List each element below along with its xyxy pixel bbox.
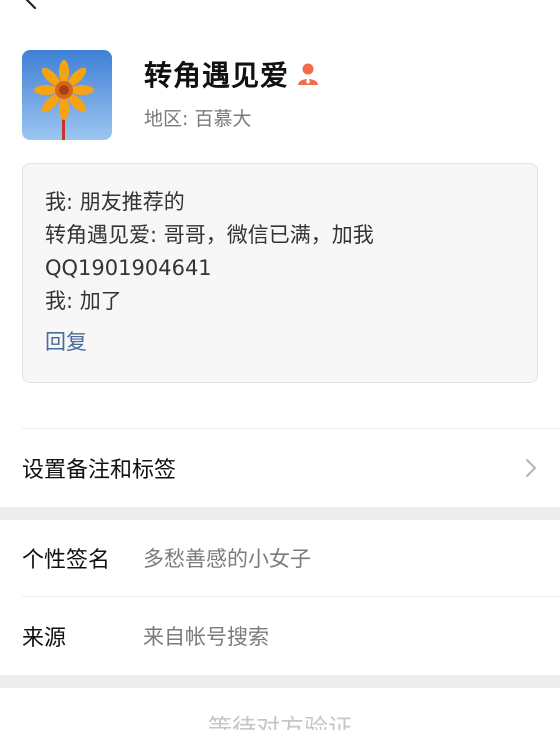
set-remark-row[interactable]: 设置备注和标签 xyxy=(0,429,560,507)
profile-header: 转角遇见爱 地区: 百慕大 xyxy=(22,50,319,140)
message-line: QQ1901904641 xyxy=(45,256,212,280)
section-separator xyxy=(0,507,560,520)
region-text: 地区: 百慕大 xyxy=(144,108,252,130)
message-line: 转角遇见爱: 哥哥，微信已满，加我 xyxy=(45,223,374,247)
pending-verification-button: 等待对方验证 xyxy=(208,714,352,730)
message-line: 我: 朋友推荐的 xyxy=(45,190,185,214)
set-remark-label: 设置备注和标签 xyxy=(22,458,177,483)
chevron-right-icon xyxy=(524,457,538,479)
back-icon[interactable] xyxy=(22,0,42,10)
signature-value: 多愁善感的小女子 xyxy=(143,547,311,571)
message-line: 我: 加了 xyxy=(45,289,122,313)
signature-row: 个性签名 多愁善感的小女子 xyxy=(0,520,560,596)
nickname: 转角遇见爱 xyxy=(144,59,290,92)
female-user-icon xyxy=(297,62,319,86)
reply-link[interactable]: 回复 xyxy=(45,326,87,356)
source-label: 来源 xyxy=(22,626,67,651)
source-row: 来源 来自帐号搜索 xyxy=(0,597,560,675)
source-value: 来自帐号搜索 xyxy=(143,625,269,649)
section-separator xyxy=(0,675,560,688)
signature-label: 个性签名 xyxy=(22,548,111,573)
avatar[interactable] xyxy=(22,50,112,140)
verification-message-box: 我: 朋友推荐的 转角遇见爱: 哥哥，微信已满，加我 QQ1901904641 … xyxy=(22,163,538,383)
